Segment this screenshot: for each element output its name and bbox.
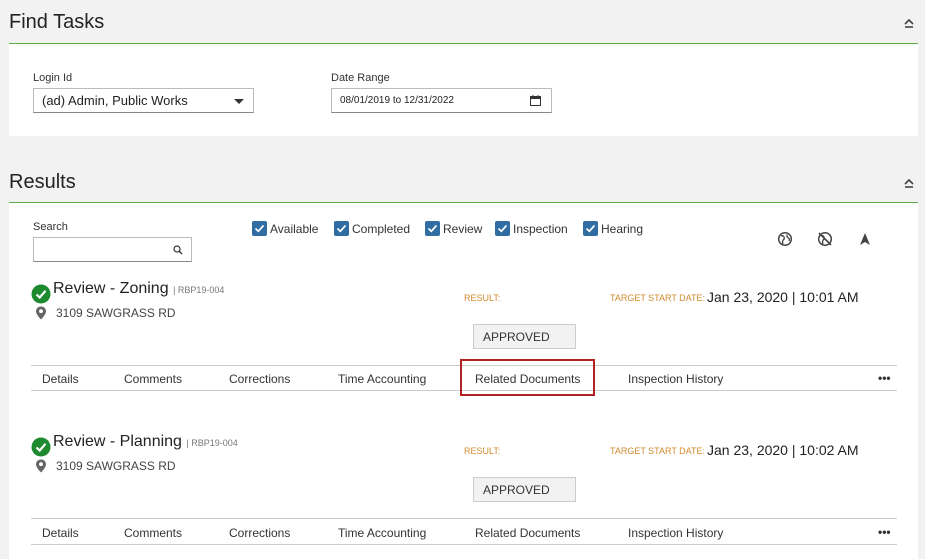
result-label: RESULT:: [464, 293, 501, 303]
related-documents-highlight: [460, 359, 595, 396]
filter-completed[interactable]: Completed: [334, 221, 410, 236]
date-range-label: Date Range: [331, 72, 390, 84]
target-start-date: Jan 23, 2020 | 10:01 AM: [707, 289, 859, 305]
map-pin-icon: [36, 306, 46, 320]
task-card: Review - Zoning | RBP19-004 3109 SAWGRAS…: [9, 280, 918, 396]
navigation-arrow-icon[interactable]: [857, 231, 873, 247]
tab-details[interactable]: Details: [42, 526, 79, 540]
tab-comments[interactable]: Comments: [124, 526, 182, 540]
filter-inspection-label: Inspection: [513, 221, 568, 236]
login-id-label: Login Id: [33, 72, 73, 84]
results-header: Results: [9, 170, 918, 198]
tab-related-documents[interactable]: Related Documents: [475, 526, 580, 540]
search-label: Search: [33, 221, 68, 233]
filter-available[interactable]: Available: [252, 221, 318, 236]
check-circle-icon: [31, 437, 51, 457]
search-input[interactable]: [33, 237, 192, 262]
filter-completed-label: Completed: [352, 221, 411, 236]
checkbox-checked-icon[interactable]: [495, 221, 510, 236]
filter-review[interactable]: Review: [425, 221, 482, 236]
task-address: 3109 SAWGRASS RD: [56, 459, 176, 473]
tab-inspection-history[interactable]: Inspection History: [628, 372, 723, 386]
map-pin-icon: [36, 459, 46, 473]
filter-inspection[interactable]: Inspection: [495, 221, 568, 236]
task-title[interactable]: Review - Planning | RBP19-004: [53, 433, 238, 451]
checkbox-checked-icon[interactable]: [334, 221, 349, 236]
filter-available-label: Available: [270, 221, 319, 236]
find-tasks-panel: Login Id (ad) Admin, Public Works Date R…: [9, 44, 918, 136]
find-tasks-collapse-icon[interactable]: [902, 16, 916, 30]
task-code: | RBP19-004: [173, 285, 225, 295]
globe-icon[interactable]: [777, 231, 793, 247]
filter-review-label: Review: [443, 221, 483, 236]
tab-comments[interactable]: Comments: [124, 372, 182, 386]
target-start-date: Jan 23, 2020 | 10:02 AM: [707, 442, 859, 458]
task-tabs-top-rule: [31, 518, 897, 519]
more-options-icon[interactable]: •••: [878, 525, 891, 539]
result-label: RESULT:: [464, 446, 501, 456]
tab-corrections[interactable]: Corrections: [229, 526, 290, 540]
task-title-text: Review - Zoning: [53, 280, 169, 297]
task-title[interactable]: Review - Zoning | RBP19-004: [53, 280, 224, 298]
checkbox-checked-icon[interactable]: [425, 221, 440, 236]
date-range-input[interactable]: 08/01/2019 to 12/31/2022: [331, 88, 552, 113]
results-collapse-icon[interactable]: [902, 176, 916, 190]
tab-time-accounting[interactable]: Time Accounting: [338, 526, 426, 540]
login-id-value: (ad) Admin, Public Works: [42, 93, 188, 108]
filter-hearing[interactable]: Hearing: [583, 221, 643, 236]
target-start-label: TARGET START DATE:: [610, 293, 706, 303]
target-start-label: TARGET START DATE:: [610, 446, 706, 456]
tab-time-accounting[interactable]: Time Accounting: [338, 372, 426, 386]
task-title-text: Review - Planning: [53, 433, 182, 450]
result-status-badge: APPROVED: [473, 324, 576, 349]
task-address: 3109 SAWGRASS RD: [56, 306, 176, 320]
login-id-select[interactable]: (ad) Admin, Public Works: [33, 88, 254, 113]
find-tasks-title: Find Tasks: [9, 11, 105, 33]
more-options-icon[interactable]: •••: [878, 371, 891, 385]
tab-inspection-history[interactable]: Inspection History: [628, 526, 723, 540]
search-icon[interactable]: [173, 245, 183, 255]
filter-hearing-label: Hearing: [601, 221, 644, 236]
globe-off-icon[interactable]: [817, 231, 833, 247]
checkbox-checked-icon[interactable]: [252, 221, 267, 236]
tab-corrections[interactable]: Corrections: [229, 372, 290, 386]
results-title: Results: [9, 171, 76, 193]
checkbox-checked-icon[interactable]: [583, 221, 598, 236]
task-code: | RBP19-004: [186, 438, 238, 448]
find-tasks-header: Find Tasks: [9, 10, 918, 38]
date-range-value: 08/01/2019 to 12/31/2022: [340, 95, 454, 106]
tab-details[interactable]: Details: [42, 372, 79, 386]
check-circle-icon: [31, 284, 51, 304]
task-card: Review - Planning | RBP19-004 3109 SAWGR…: [9, 433, 918, 545]
calendar-icon[interactable]: [530, 95, 541, 106]
chevron-down-icon: [234, 99, 244, 104]
task-tabs-bottom-rule: [31, 544, 897, 545]
result-status-badge: APPROVED: [473, 477, 576, 502]
